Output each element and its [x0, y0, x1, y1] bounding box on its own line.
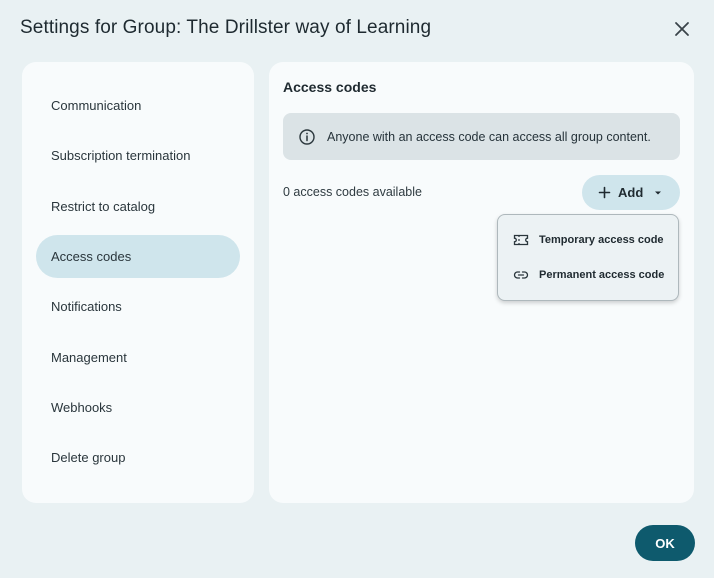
access-code-count: 0 access codes available	[283, 185, 422, 199]
sidebar-item-label: Delete group	[51, 450, 126, 465]
info-icon	[298, 128, 316, 146]
info-banner: Anyone with an access code can access al…	[283, 113, 680, 160]
sidebar-item-notifications[interactable]: Notifications	[36, 285, 240, 328]
link-icon	[513, 267, 529, 283]
add-button-label: Add	[618, 185, 644, 200]
caret-down-icon	[654, 189, 662, 197]
dialog-title: Settings for Group: The Drillster way of…	[20, 17, 432, 38]
menu-item-permanent-access-code[interactable]: Permanent access code	[498, 258, 678, 292]
sidebar-item-delete-group[interactable]: Delete group	[36, 436, 240, 479]
sidebar-item-label: Access codes	[51, 249, 132, 264]
sidebar-item-label: Restrict to catalog	[51, 199, 156, 214]
sidebar-item-webhooks[interactable]: Webhooks	[36, 386, 240, 429]
close-button[interactable]	[670, 17, 694, 41]
section-title: Access codes	[283, 79, 377, 95]
sidebar-item-label: Webhooks	[51, 400, 113, 415]
sidebar-item-restrict-to-catalog[interactable]: Restrict to catalog	[36, 185, 240, 228]
menu-item-label: Permanent access code	[539, 269, 665, 281]
sidebar-item-management[interactable]: Management	[36, 336, 240, 379]
plus-icon	[598, 186, 611, 199]
info-text: Anyone with an access code can access al…	[327, 129, 651, 144]
ticket-icon	[513, 232, 529, 248]
ok-button[interactable]: OK	[635, 525, 695, 561]
menu-item-label: Temporary access code	[539, 234, 664, 246]
settings-sidebar: Communication Subscription termination R…	[22, 62, 254, 503]
sidebar-item-access-codes[interactable]: Access codes	[36, 235, 240, 278]
sidebar-item-label: Communication	[51, 98, 142, 113]
menu-item-temporary-access-code[interactable]: Temporary access code	[498, 223, 678, 257]
sidebar-item-label: Notifications	[51, 299, 122, 314]
add-button[interactable]: Add	[582, 175, 680, 210]
sidebar-item-label: Management	[51, 350, 127, 365]
access-codes-panel: Access codes Anyone with an access code …	[269, 62, 694, 503]
add-menu: Temporary access code Permanent access c…	[497, 214, 679, 301]
sidebar-item-subscription-termination[interactable]: Subscription termination	[36, 134, 240, 177]
sidebar-item-label: Subscription termination	[51, 148, 191, 163]
settings-dialog: Settings for Group: The Drillster way of…	[0, 0, 714, 578]
sidebar-item-communication[interactable]: Communication	[36, 84, 240, 127]
close-icon	[675, 22, 689, 36]
